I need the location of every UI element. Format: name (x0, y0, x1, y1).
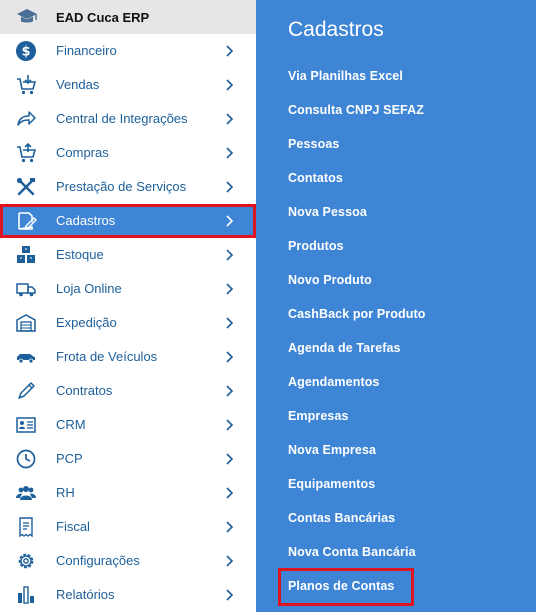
chevron-right-icon (226, 181, 234, 193)
chevron-right-icon (226, 283, 234, 295)
menu-item-label: Fiscal (56, 519, 90, 534)
chevron-right-icon (226, 419, 234, 431)
chevron-right-icon (226, 79, 234, 91)
car-icon (17, 354, 35, 364)
menu-item-contratos[interactable]: Contratos (0, 374, 256, 408)
chevron-right-icon (226, 521, 234, 533)
gear-icon (18, 553, 34, 569)
share-arrow-icon (17, 111, 36, 126)
id-card-icon (16, 417, 36, 433)
menu-item-expedicao[interactable]: Expedição (0, 306, 256, 340)
people-icon (16, 486, 36, 500)
menu-item-fiscal[interactable]: Fiscal (0, 510, 256, 544)
menu-item-financeiro[interactable]: $ Financeiro (0, 34, 256, 68)
menu-item-label: Expedição (56, 315, 117, 330)
cart-upload-icon (17, 142, 37, 163)
submenu-item-produtos[interactable]: Produtos (288, 239, 344, 261)
menu-item-cadastros[interactable]: Cadastros (0, 204, 256, 238)
menu-item-crm[interactable]: CRM (0, 408, 256, 442)
submenu-item-contas-bancarias[interactable]: Contas Bancárias (288, 511, 395, 533)
chevron-right-icon (226, 317, 234, 329)
chevron-right-icon (226, 249, 234, 261)
chevron-right-icon (226, 487, 234, 499)
main-menu: EAD Cuca ERP $ Financeiro Vendas Central… (0, 0, 256, 612)
menu-item-label: Central de Integrações (56, 111, 188, 126)
menu-item-compras[interactable]: Compras (0, 136, 256, 170)
menu-item-label: RH (56, 485, 75, 500)
menu-item-central-integracoes[interactable]: Central de Integrações (0, 102, 256, 136)
chevron-right-icon (226, 453, 234, 465)
submenu-item-pessoas[interactable]: Pessoas (288, 137, 339, 159)
chevron-right-icon (226, 113, 234, 125)
menu-item-label: Relatórios (56, 587, 115, 602)
menu-item-configuracoes[interactable]: Configurações (0, 544, 256, 578)
menu-item-label: Loja Online (56, 281, 122, 296)
menu-item-frota-veiculos[interactable]: Frota de Veículos (0, 340, 256, 374)
submenu-item-contatos[interactable]: Contatos (288, 171, 343, 193)
svg-text:$: $ (21, 45, 30, 60)
menu-item-pcp[interactable]: PCP (0, 442, 256, 476)
submenu-item-cashback-por-produto[interactable]: CashBack por Produto (288, 307, 425, 329)
chevron-right-icon (226, 147, 234, 159)
submenu-item-nova-conta-bancaria[interactable]: Nova Conta Bancária (288, 545, 416, 567)
submenu-item-nova-empresa[interactable]: Nova Empresa (288, 443, 376, 465)
menu-item-label: Estoque (56, 247, 104, 262)
menu-item-label: Financeiro (56, 43, 117, 58)
submenu-item-equipamentos[interactable]: Equipamentos (288, 477, 375, 499)
submenu-panel: Cadastros Via Planilhas Excel Consulta C… (256, 0, 536, 612)
pen-icon (18, 382, 35, 399)
menu-item-loja-online[interactable]: Loja Online (0, 272, 256, 306)
chevron-right-icon (226, 385, 234, 397)
tools-icon (16, 177, 35, 196)
menu-item-estoque[interactable]: Estoque (0, 238, 256, 272)
chevron-right-icon (226, 555, 234, 567)
menu-item-label: Prestação de Serviços (56, 179, 187, 194)
menu-item-label: Cadastros (56, 213, 116, 228)
menu-item-relatorios[interactable]: Relatórios (0, 578, 256, 612)
dollar-circle-icon: $ (16, 41, 36, 61)
chevron-right-icon (226, 589, 234, 601)
boxes-icon (17, 246, 35, 263)
menu-item-label: Vendas (56, 77, 100, 92)
chevron-right-icon (226, 215, 234, 227)
highlight-box (278, 568, 414, 606)
graduation-cap-icon (17, 9, 37, 23)
submenu-item-via-planilhas-excel[interactable]: Via Planilhas Excel (288, 69, 403, 91)
submenu-item-agenda-de-tarefas[interactable]: Agenda de Tarefas (288, 341, 401, 363)
menu-item-label: Contratos (56, 383, 113, 398)
menu-item-label: Compras (56, 145, 109, 160)
bar-chart-icon (18, 586, 34, 604)
menu-item-rh[interactable]: RH (0, 476, 256, 510)
submenu-item-empresas[interactable]: Empresas (288, 409, 349, 431)
delivery-truck-icon (16, 283, 36, 297)
brand-header[interactable]: EAD Cuca ERP (0, 0, 256, 34)
submenu-item-novo-produto[interactable]: Novo Produto (288, 273, 372, 295)
menu-item-label: Configurações (56, 553, 140, 568)
menu-item-label: Frota de Veículos (56, 349, 158, 364)
chevron-right-icon (226, 45, 234, 57)
menu-item-label: PCP (56, 451, 83, 466)
cart-download-icon (17, 75, 37, 95)
warehouse-icon (16, 314, 36, 332)
menu-item-prestacao-servicos[interactable]: Prestação de Serviços (0, 170, 256, 204)
menu-item-label: CRM (56, 417, 86, 432)
submenu-item-consulta-cnpj-sefaz[interactable]: Consulta CNPJ SEFAZ (288, 103, 424, 125)
clock-icon (16, 449, 36, 469)
submenu-title: Cadastros (288, 18, 384, 41)
menu-item-vendas[interactable]: Vendas (0, 68, 256, 102)
receipt-icon (19, 517, 33, 538)
submenu-item-agendamentos[interactable]: Agendamentos (288, 375, 380, 397)
submenu-item-nova-pessoa[interactable]: Nova Pessoa (288, 205, 367, 227)
chevron-right-icon (226, 351, 234, 363)
brand-label: EAD Cuca ERP (56, 10, 150, 25)
edit-document-icon (18, 212, 37, 230)
